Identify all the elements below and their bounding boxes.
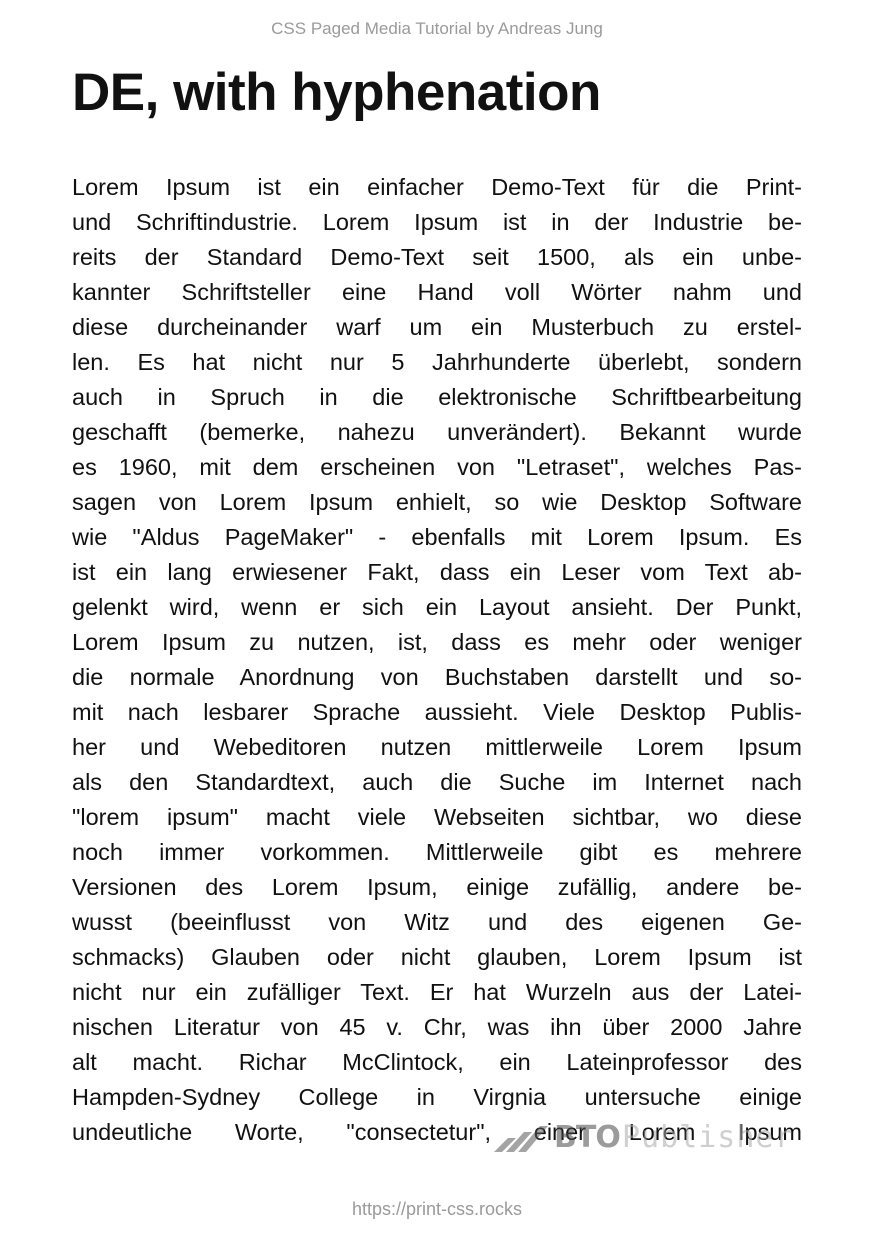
- text-line: diese durcheinander warf um ein Musterbu…: [72, 314, 802, 340]
- text-line: ist ein lang erwiesener Fakt, dass ein L…: [72, 559, 802, 585]
- text-line: wusst (beeinflusst von Witz und des eige…: [72, 909, 802, 935]
- text-line: alt macht. Richar McClintock, ein Latein…: [72, 1049, 802, 1075]
- page-title: DE, with hyphenation: [72, 63, 601, 122]
- text-line: Versionen des Lorem Ipsum, einige zufäll…: [72, 874, 802, 900]
- text-line: die normale Anordnung von Buchstaben dar…: [72, 664, 802, 690]
- text-line: mit nach lesbarer Sprache aussieht. Viel…: [72, 699, 802, 725]
- text-line: len. Es hat nicht nur 5 Jahrhunderte übe…: [72, 349, 802, 375]
- text-line: reits der Standard Demo-Text seit 1500, …: [72, 244, 802, 270]
- text-line: undeutliche Worte, "consectetur", einer …: [72, 1119, 802, 1145]
- text-line: es 1960, mit dem erscheinen von "Letrase…: [72, 454, 802, 480]
- text-line: nischen Literatur von 45 v. Chr, was ihn…: [72, 1014, 802, 1040]
- text-line: schmacks) Glauben oder nicht glauben, Lo…: [72, 944, 802, 970]
- text-line: wie "Aldus PageMaker" - ebenfalls mit Lo…: [72, 524, 802, 550]
- text-line: noch immer vorkommen. Mittlerweile gibt …: [72, 839, 802, 865]
- text-line: Hampden-Sydney College in Virgnia unters…: [72, 1084, 802, 1110]
- text-line: nicht nur ein zufälliger Text. Er hat Wu…: [72, 979, 802, 1005]
- text-line: kannter Schriftsteller eine Hand voll Wö…: [72, 279, 802, 305]
- text-line: gelenkt wird, wenn er sich ein Layout an…: [72, 594, 802, 620]
- text-line: sagen von Lorem Ipsum enhielt, so wie De…: [72, 489, 802, 515]
- document-page: CSS Paged Media Tutorial by Andreas Jung…: [0, 0, 874, 1240]
- body-paragraph: Lorem Ipsum ist ein einfacher Demo-Text …: [72, 170, 802, 1150]
- running-footer-url: https://print-css.rocks: [351, 1199, 523, 1219]
- text-line: Lorem Ipsum ist ein einfacher Demo-Text …: [72, 174, 802, 200]
- text-line: "lorem ipsum" macht viele Webseiten sich…: [72, 804, 802, 830]
- text-line: her und Webeditoren nutzen mittlerweile …: [72, 734, 802, 760]
- text-line: als den Standardtext, auch die Suche im …: [72, 769, 802, 795]
- text-line: auch in Spruch in die elektronische Schr…: [72, 384, 802, 410]
- text-line: Lorem Ipsum zu nutzen, ist, dass es mehr…: [72, 629, 802, 655]
- text-line: geschafft (bemerke, nahezu unverändert).…: [72, 419, 802, 445]
- running-header: CSS Paged Media Tutorial by Andreas Jung: [271, 19, 603, 38]
- text-line: und Schriftindustrie. Lorem Ipsum ist in…: [72, 209, 802, 235]
